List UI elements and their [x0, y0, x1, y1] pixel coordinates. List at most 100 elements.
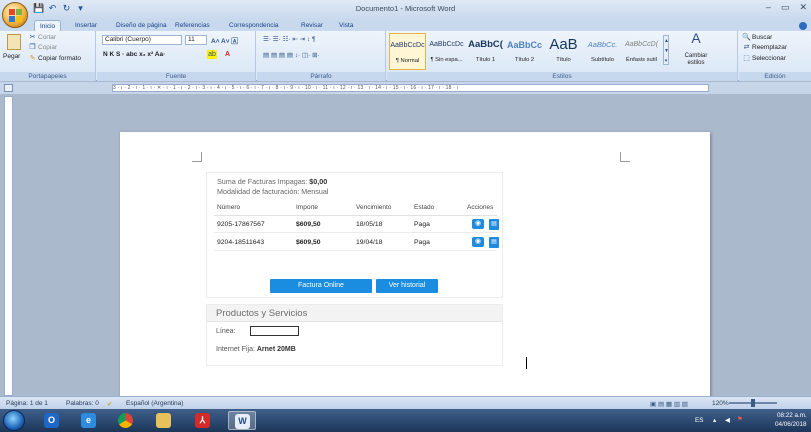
font-color-icon[interactable]: A	[223, 50, 232, 59]
table-row: 9204-18511643 $609,50 19/04/18 Paga ◉ ▤	[214, 235, 499, 251]
row-vencimiento: 19/04/18	[356, 239, 383, 246]
tray-arrow-icon[interactable]: ▴	[713, 417, 716, 424]
style-titulo-2-sample: AaBbCc	[506, 40, 542, 50]
style-titulo[interactable]: AaB Título	[545, 33, 582, 70]
find-button[interactable]: Buscar	[752, 34, 772, 41]
view-mode-icons[interactable]: ▣ ▤ ▦ ▥ ▧	[650, 400, 688, 408]
taskbar-ie[interactable]: e	[75, 411, 103, 430]
taskbar-explorer[interactable]	[150, 411, 178, 430]
header-estado: Estado	[414, 204, 435, 211]
office-button[interactable]	[2, 2, 28, 28]
change-styles-button[interactable]: Cambiar estilos	[677, 53, 715, 67]
view-invoice-icon[interactable]: ◉	[472, 219, 484, 229]
paragraph-group: ☰· ☰· ☷· ⇤ ⇥ ↕ ¶ ▤ ▤ ▤ ▤ ↕· ◫· ⊞· Párraf…	[257, 31, 386, 81]
format-painter-button[interactable]: Copiar formato	[38, 55, 81, 62]
close-button[interactable]: ✕	[799, 2, 807, 13]
cut-button[interactable]: Cortar	[38, 34, 56, 41]
window-title: Documento1 - Microsoft Word	[355, 4, 456, 13]
paste-icon[interactable]	[7, 34, 21, 50]
font-group: Calibri (Cuerpo) 11 A˄ A˅ 🄰 N K S · abc …	[97, 31, 256, 81]
download-invoice-icon[interactable]: ▤	[489, 237, 499, 248]
volume-icon[interactable]: ◀	[725, 417, 730, 424]
language-bar[interactable]: ES	[695, 417, 703, 424]
outlook-icon: O	[44, 413, 59, 428]
word-count[interactable]: Palabras: 0	[66, 400, 99, 407]
tab-correspondencia[interactable]: Correspondencia	[224, 20, 284, 31]
style-titulo-2[interactable]: AaBbCc Título 2	[506, 33, 543, 70]
style-normal-label: ¶ Normal	[395, 58, 420, 64]
tab-inicio[interactable]: Inicio	[34, 20, 62, 31]
format-painter-icon[interactable]: ✎	[28, 54, 37, 63]
products-title: Productos y Servicios	[207, 305, 502, 322]
linea-input[interactable]	[250, 326, 299, 336]
alignment-icons[interactable]: ▤ ▤ ▤ ▤ ↕· ◫· ⊞·	[263, 51, 320, 59]
spellcheck-icon[interactable]: ✔	[107, 400, 112, 408]
download-invoice-icon[interactable]: ▤	[489, 219, 499, 230]
horizontal-ruler[interactable]: 3 · ı · 2 · ı · 1 · ı · ✕ · ı · 1 · ı · …	[112, 84, 709, 92]
minimize-button[interactable]: –	[766, 2, 771, 13]
find-icon[interactable]: 🔍	[742, 33, 751, 42]
paste-button[interactable]: Pegar	[3, 53, 20, 60]
taskbar-outlook[interactable]: O	[38, 411, 66, 430]
style-sin-espaciado-sample: AaBbCcDc	[429, 41, 464, 48]
change-styles-icon[interactable]: A	[687, 31, 705, 50]
vertical-ruler[interactable]	[4, 96, 13, 396]
replace-icon[interactable]: ⇄	[742, 43, 751, 52]
help-icon[interactable]	[799, 22, 807, 30]
start-button[interactable]	[3, 410, 25, 431]
factura-online-button[interactable]: Factura Online	[270, 279, 372, 293]
maximize-button[interactable]: ▭	[781, 2, 790, 13]
tab-selector-button[interactable]	[4, 84, 13, 92]
list-icons[interactable]: ☰· ☰· ☷· ⇤ ⇥ ↕ ¶	[263, 35, 315, 43]
zoom-slider-thumb[interactable]	[751, 399, 755, 407]
clock-date[interactable]: 04/06/2018	[775, 421, 807, 428]
style-subtitulo-label: Subtítulo	[591, 57, 614, 63]
zoom-level[interactable]: 120%	[712, 400, 729, 407]
styles-scroll-icon[interactable]: ▲ ▼ ▾	[663, 35, 669, 65]
replace-button[interactable]: Reemplazar	[752, 44, 787, 51]
taskbar-word[interactable]: W	[228, 411, 256, 430]
language-indicator[interactable]: Español (Argentina)	[126, 400, 183, 407]
header-importe: Importe	[296, 204, 319, 211]
cut-icon[interactable]: ✂	[28, 33, 37, 42]
folder-icon	[156, 413, 171, 428]
tab-referencias[interactable]: Referencias	[170, 20, 215, 31]
font-grow-shrink-icons[interactable]: A˄ A˅ 🄰	[211, 35, 238, 45]
row-estado: Paga	[414, 221, 430, 228]
title-bar: 💾 ↶ ↻ ▾ Documento1 - Microsoft Word – ▭ …	[0, 0, 811, 19]
window-controls: – ▭ ✕	[766, 2, 807, 13]
tab-vista[interactable]: Vista	[334, 20, 358, 31]
office-logo-icon	[8, 8, 22, 22]
copy-icon[interactable]: ❐	[28, 43, 37, 52]
select-icon[interactable]: ⬚	[742, 54, 751, 63]
view-invoice-icon[interactable]: ◉	[472, 237, 484, 247]
highlight-icon[interactable]: ab	[207, 50, 217, 59]
style-enfasis-sutil[interactable]: AaBbCcD( Énfasis sutil	[623, 33, 660, 70]
network-icon[interactable]: ⚑	[737, 416, 743, 423]
font-size-combo[interactable]: 11	[185, 35, 207, 45]
tab-revisar[interactable]: Revisar	[296, 20, 328, 31]
taskbar-acrobat[interactable]: ⅄	[189, 411, 217, 430]
style-enfasis-sutil-label: Énfasis sutil	[626, 57, 657, 63]
font-format-icons[interactable]: N K S · abc x₂ x² Aa·	[103, 51, 165, 58]
table-row: 9205-17867567 $609,50 18/05/18 Paga ◉ ▤	[214, 217, 499, 233]
chrome-icon	[118, 413, 133, 428]
clock-time[interactable]: 08:22 a.m.	[777, 412, 807, 419]
page-count[interactable]: Página: 1 de 1	[6, 400, 48, 407]
document-page[interactable]: Suma de Facturas Impagas: $0,00 Modalida…	[120, 132, 710, 396]
style-normal[interactable]: AaBbCcDc ¶ Normal	[389, 33, 426, 70]
system-tray: ES ▴ ◀ ⚑ 08:22 a.m. 04/06/2018	[691, 409, 811, 432]
style-subtitulo[interactable]: AaBbCc. Subtítulo	[584, 33, 621, 70]
select-button[interactable]: Seleccionar	[752, 55, 786, 62]
internet-line: Internet Fija: Arnet 20MB	[216, 346, 296, 353]
style-sin-espaciado[interactable]: AaBbCcDc ¶ Sin espa...	[428, 33, 465, 70]
taskbar-chrome[interactable]	[112, 411, 140, 430]
internet-explorer-icon: e	[81, 413, 96, 428]
font-name-combo[interactable]: Calibri (Cuerpo)	[102, 35, 182, 45]
ver-historial-button[interactable]: Ver historial	[376, 279, 438, 293]
copy-button[interactable]: Copiar	[38, 44, 57, 51]
tab-insertar[interactable]: Insertar	[70, 20, 102, 31]
style-titulo-1[interactable]: AaBbC( Título 1	[467, 33, 504, 70]
tab-diseno-pagina[interactable]: Diseño de página	[111, 20, 172, 31]
internet-label: Internet Fija:	[216, 346, 255, 353]
